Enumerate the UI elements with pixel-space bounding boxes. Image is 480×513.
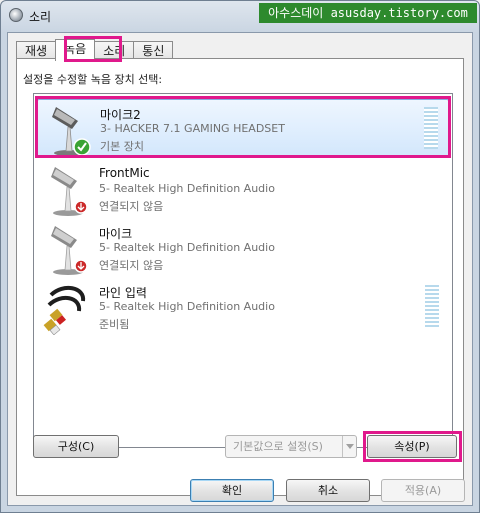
chevron-down-icon[interactable] <box>342 436 356 457</box>
device-name: FrontMic <box>99 166 150 180</box>
ok-button[interactable]: 확인 <box>190 479 274 502</box>
cancel-button[interactable]: 취소 <box>286 479 370 502</box>
title-bar[interactable]: 소리 아수스데이 asusday.tistory.com <box>1 1 479 31</box>
watermark: 아수스데이 asusday.tistory.com <box>259 3 477 23</box>
device-name: 마이크 <box>99 227 133 241</box>
sound-dialog: 소리 아수스데이 asusday.tistory.com 재생 녹음 소리 통신… <box>0 0 480 513</box>
device-status: 준비됨 <box>99 318 130 331</box>
dialog-client: 재생 녹음 소리 통신 설정을 수정할 녹음 장치 선택: 마이크2 3- HA… <box>7 32 473 506</box>
device-description: 5- Realtek High Definition Audio <box>99 300 275 313</box>
level-meter <box>425 285 439 327</box>
apply-button[interactable]: 적용(A) <box>381 479 465 502</box>
configure-button[interactable]: 구성(C) <box>33 435 119 458</box>
device-list[interactable]: 마이크2 3- HACKER 7.1 GAMING HEADSET 기본 장치 … <box>33 93 453 448</box>
set-default-button[interactable]: 기본값으로 설정(S) <box>225 435 357 458</box>
device-highlight-box <box>35 96 451 158</box>
window-title: 소리 <box>29 10 52 24</box>
properties-highlight-box <box>363 431 462 462</box>
instruction-label: 설정을 수정할 녹음 장치 선택: <box>23 73 163 86</box>
rca-cable-icon <box>43 285 86 335</box>
microphone-icon <box>51 167 88 216</box>
set-default-label: 기본값으로 설정(S) <box>233 440 323 453</box>
device-name: 라인 입력 <box>99 286 147 300</box>
microphone-icon <box>51 226 88 275</box>
tab-highlight-box <box>64 36 122 62</box>
speaker-icon <box>9 8 23 22</box>
device-status: 연결되지 않음 <box>99 200 164 213</box>
device-status: 연결되지 않음 <box>99 259 164 272</box>
device-item-frontmic[interactable]: FrontMic 5- Realtek High Definition Audi… <box>37 160 449 218</box>
device-description: 5- Realtek High Definition Audio <box>99 241 275 254</box>
device-item-line-in[interactable]: 라인 입력 5- Realtek High Definition Audio 준… <box>37 278 449 336</box>
device-item-mic[interactable]: 마이크 5- Realtek High Definition Audio 연결되… <box>37 219 449 277</box>
device-description: 5- Realtek High Definition Audio <box>99 182 275 195</box>
